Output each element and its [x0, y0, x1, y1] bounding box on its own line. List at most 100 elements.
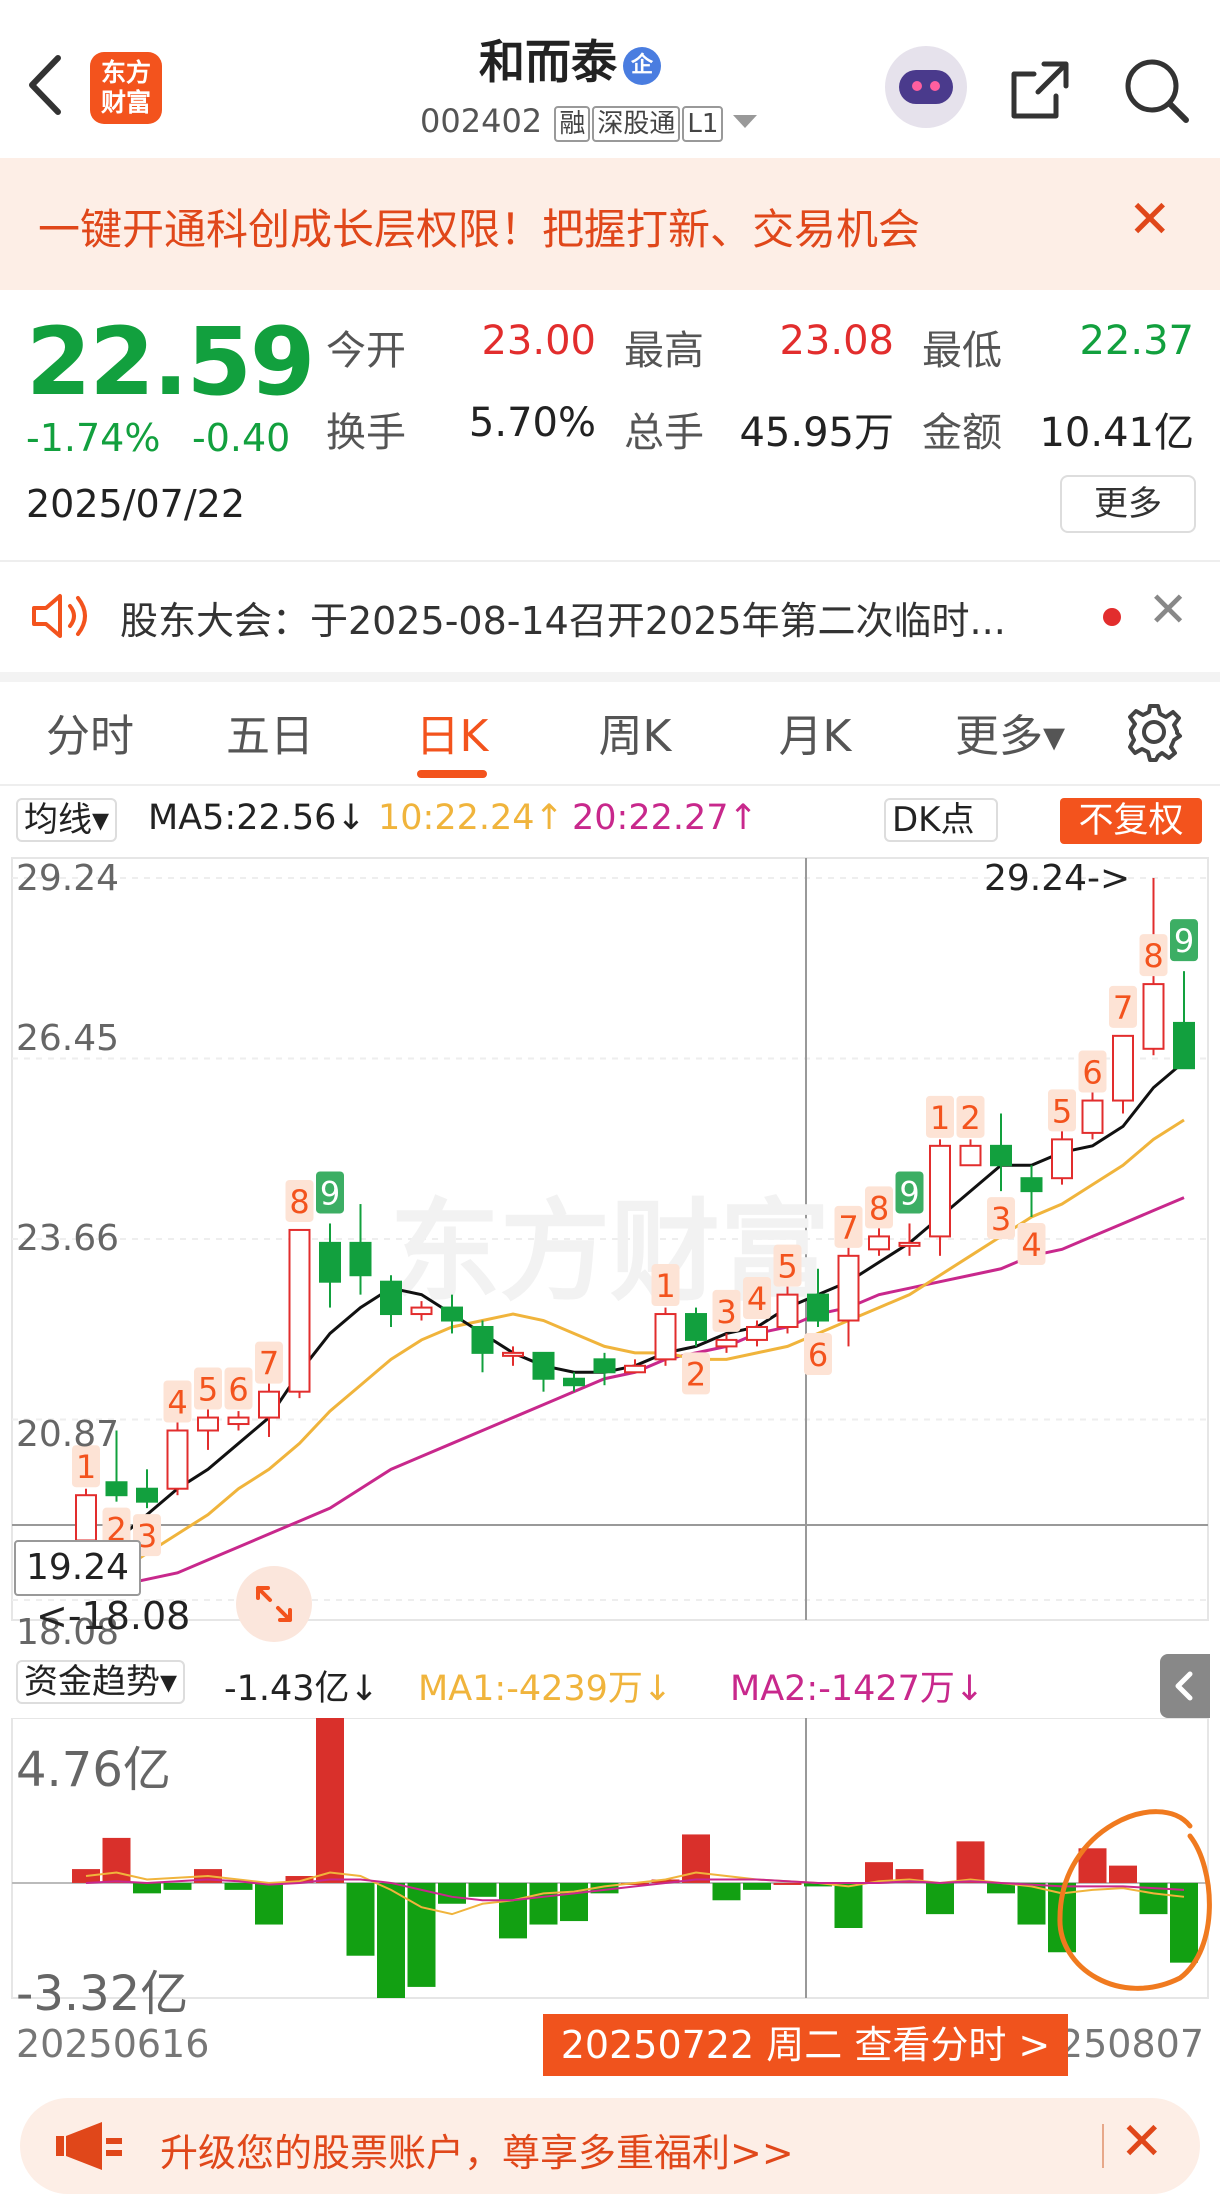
- no-adjust-button[interactable]: 不复权: [1060, 798, 1202, 844]
- td-sequence-label: 2: [956, 1095, 985, 1138]
- pct-change: -1.74%: [26, 416, 161, 460]
- fund-flow-bar: [346, 1882, 375, 1956]
- tab-daily-k[interactable]: 日K: [377, 700, 527, 764]
- more-button[interactable]: 更多: [1060, 475, 1196, 533]
- banner-close-icon[interactable]: ✕: [1128, 190, 1172, 250]
- td-sequence-label: 6: [1078, 1050, 1107, 1093]
- divider: [0, 784, 1220, 786]
- td-label-text: 5: [1052, 1092, 1072, 1130]
- robot-assistant-icon[interactable]: [885, 46, 967, 128]
- header: 东方 财富 和而泰企 002402 融深股通 L1: [0, 0, 1220, 158]
- tab-monthly-k[interactable]: 月K: [740, 700, 890, 764]
- high-value: 23.08: [779, 318, 894, 364]
- fund-flow-bar: [163, 1882, 192, 1890]
- fund-flow-bar: [560, 1882, 588, 1922]
- y-axis-label: 20.87: [16, 1414, 120, 1455]
- enterprise-badge: 企: [623, 47, 661, 85]
- notice-text[interactable]: 股东大会：于2025-08-14召开2025年第二次临时...: [120, 590, 1006, 645]
- td-label-text: 5: [777, 1248, 797, 1286]
- candle-body: [1112, 1034, 1134, 1102]
- candle-body: [685, 1313, 707, 1341]
- candle-body: [929, 1144, 951, 1238]
- td-sequence-label: 7: [834, 1205, 863, 1248]
- share-icon[interactable]: [1004, 54, 1076, 126]
- td-sequence-label: 2: [682, 1352, 710, 1395]
- fund-flow-bar: [1109, 1865, 1137, 1883]
- expand-icon[interactable]: [236, 1566, 312, 1642]
- candle-body: [502, 1351, 524, 1357]
- promo-close-icon[interactable]: ✕: [1120, 2112, 1164, 2172]
- y-axis-label: 29.24: [16, 858, 120, 899]
- tab-weekly-k[interactable]: 周K: [560, 700, 710, 764]
- max-price-note: 29.24->: [984, 858, 1131, 899]
- notice-close-icon[interactable]: ✕: [1148, 582, 1188, 638]
- turnover-label: 换手: [326, 410, 406, 456]
- td-sequence-label: 6: [804, 1332, 832, 1375]
- fund-flow-bar: [773, 1882, 802, 1885]
- candle-body: [441, 1306, 463, 1322]
- td-label-text: 4: [747, 1280, 767, 1318]
- td-label-text: 4: [1021, 1226, 1041, 1264]
- td-sequence-label: 5: [773, 1244, 802, 1287]
- tab-five-day[interactable]: 五日: [195, 700, 345, 764]
- ma20-value: 20:22.27↑: [572, 798, 758, 838]
- td-sequence-label: 1: [926, 1095, 954, 1138]
- candle-body: [715, 1338, 738, 1348]
- kline-chart[interactable]: 东方财富12 34 5 678 9123 45678 91 2345678 9: [0, 850, 1220, 1680]
- collapse-panel-button[interactable]: [1160, 1654, 1210, 1718]
- fund-y-bottom-label: -3.32亿: [16, 1966, 189, 2022]
- view-intraday-button[interactable]: 20250722 周二 查看分时 >: [543, 2014, 1068, 2076]
- td-label-text: 2: [686, 1355, 706, 1393]
- turnover-value: 5.70%: [468, 400, 596, 446]
- divider: [0, 560, 1220, 562]
- fund-flow-bar: [743, 1882, 771, 1890]
- amount-value: 10.41亿: [1039, 410, 1194, 456]
- volume-label: 总手: [624, 410, 704, 456]
- td-sequence-label: 8: [1139, 934, 1168, 977]
- candle-body: [471, 1325, 494, 1354]
- candle-body: [258, 1390, 280, 1419]
- td-label-text: 3: [991, 1200, 1011, 1238]
- fund-flow-bar: [926, 1882, 954, 1915]
- dk-button[interactable]: DK点: [884, 798, 999, 842]
- crosshair-price-label: 19.24: [14, 1540, 142, 1596]
- td-sequence-label: 5: [194, 1367, 222, 1410]
- fund-flow-bar: [377, 1882, 405, 1998]
- active-tab-underline: [417, 770, 487, 778]
- td-label-text: 7: [838, 1209, 858, 1247]
- ma-dropdown[interactable]: 均线▾: [16, 798, 118, 842]
- search-icon[interactable]: [1120, 54, 1192, 126]
- ma5-line: [84, 1060, 1185, 1581]
- y-axis-label: 26.45: [16, 1018, 120, 1059]
- chevron-left-icon[interactable]: [22, 50, 82, 126]
- fund-indicator-dropdown[interactable]: 资金趋势▾: [16, 1660, 186, 1704]
- promo-banner[interactable]: 一键开通科创成长层权限！把握打新、交易机会 ✕: [0, 158, 1220, 290]
- td-sequence-label: 9: [895, 1171, 924, 1214]
- tab-fenshi[interactable]: 分时: [15, 700, 165, 764]
- megaphone-icon: [52, 2120, 128, 2172]
- quote-date: 2025/07/22: [26, 482, 246, 526]
- tab-more[interactable]: 更多▾: [930, 700, 1090, 764]
- stock-code-row[interactable]: 002402 融深股通 L1: [420, 102, 800, 142]
- td-sequence-label: 4: [163, 1380, 192, 1423]
- fund-flow-bar: [712, 1882, 741, 1901]
- account-upgrade-banner[interactable]: 升级您的股票账户，尊享多重福利>> ✕: [20, 2098, 1200, 2194]
- candle-body: [868, 1235, 890, 1251]
- td-label-text: 2: [960, 1099, 980, 1137]
- candle-body: [136, 1487, 158, 1503]
- app-logo[interactable]: 东方 财富: [90, 52, 162, 124]
- caret-down-icon[interactable]: [733, 115, 758, 128]
- fund-flow-bar: [438, 1882, 466, 1904]
- candle-body: [410, 1306, 433, 1316]
- td-sequence-label: 3: [987, 1197, 1015, 1240]
- y-axis-label: 23.66: [16, 1218, 120, 1259]
- td-sequence-label: 3: [712, 1289, 741, 1332]
- divider: [0, 672, 1220, 682]
- stock-name: 和而泰: [479, 35, 617, 89]
- td-sequence-label: 5: [1048, 1089, 1076, 1132]
- fund-flow-bar: [224, 1882, 253, 1890]
- gear-icon[interactable]: [1122, 700, 1186, 764]
- td-label-text: 9: [320, 1174, 340, 1212]
- banner-text: 一键开通科创成长层权限！把握打新、交易机会: [38, 205, 921, 254]
- td-label-text: 8: [289, 1183, 309, 1221]
